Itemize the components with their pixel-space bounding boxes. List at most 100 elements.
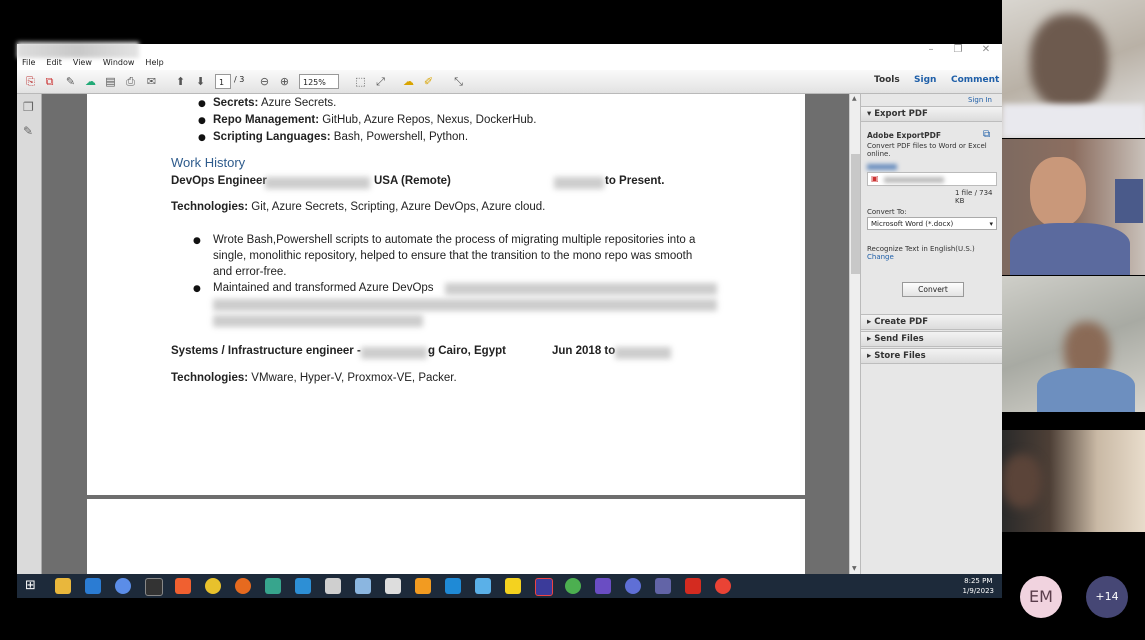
chrome-app-icon[interactable] bbox=[115, 578, 131, 594]
restore-button[interactable]: ❐ bbox=[950, 44, 966, 55]
more-participants-button[interactable]: +14 bbox=[1086, 576, 1128, 618]
redacted-date bbox=[615, 347, 671, 359]
vlc-icon[interactable] bbox=[415, 578, 431, 594]
close-button[interactable]: ✕ bbox=[978, 44, 994, 55]
minimize-button[interactable]: – bbox=[923, 44, 939, 55]
scroll-thumb[interactable] bbox=[851, 154, 860, 274]
chrome-icon[interactable] bbox=[205, 578, 221, 594]
change-link[interactable]: Change bbox=[867, 253, 894, 261]
jetbrains-icon[interactable] bbox=[535, 578, 553, 596]
fit-page-icon[interactable]: ⬚ bbox=[353, 74, 368, 89]
bullet: ● bbox=[193, 236, 201, 246]
export-description: Convert PDF files to Word or Excel bbox=[867, 142, 987, 150]
edge-icon[interactable] bbox=[265, 578, 281, 594]
edit-icon[interactable]: ✎ bbox=[63, 74, 78, 89]
bullet-item: Repo Management: GitHub, Azure Repos, Ne… bbox=[213, 114, 537, 126]
vertical-scrollbar[interactable]: ▲ ▼ bbox=[849, 94, 860, 574]
save-icon[interactable]: ▤ bbox=[103, 74, 118, 89]
zoom-select[interactable]: 125% bbox=[299, 74, 339, 89]
comment-icon[interactable]: ☁ bbox=[401, 74, 416, 89]
export-service-icon: ⧉ bbox=[983, 129, 991, 140]
participant-video-tile[interactable] bbox=[1002, 139, 1145, 275]
convert-button[interactable]: Convert bbox=[902, 282, 964, 297]
chevron-down-icon: ▾ bbox=[989, 220, 993, 228]
network-app-icon[interactable] bbox=[565, 578, 581, 594]
adobe-exportpdf-label: Adobe ExportPDF bbox=[867, 131, 942, 140]
participant-avatar[interactable]: EM bbox=[1020, 576, 1062, 618]
menu-file[interactable]: File bbox=[22, 58, 35, 67]
page-number-input[interactable]: 1 bbox=[215, 74, 231, 89]
scroll-down-icon[interactable]: ▼ bbox=[852, 565, 857, 572]
pdf-page: ● Secrets: Azure Secrets. ● Repo Managem… bbox=[87, 94, 805, 495]
participant-shirt bbox=[1037, 368, 1135, 412]
bullet-text-line: single, monolithic repository, helped to… bbox=[213, 250, 693, 262]
job-location: g Cairo, Egypt bbox=[428, 345, 506, 357]
combine-icon[interactable]: ⧉ bbox=[42, 74, 57, 89]
redacted-text bbox=[213, 315, 423, 327]
email-icon[interactable]: ✉ bbox=[144, 74, 159, 89]
file-explorer-icon[interactable] bbox=[55, 578, 71, 594]
bullet: ● bbox=[198, 116, 206, 126]
create-pdf-header[interactable]: ▸ Create PDF bbox=[861, 314, 1003, 330]
menu-bar: File Edit View Window Help bbox=[17, 58, 1002, 70]
technologies-line: Technologies: VMware, Hyper-V, Proxmox-V… bbox=[171, 372, 457, 384]
participant-video-tile[interactable] bbox=[1002, 276, 1145, 412]
scroll-up-icon[interactable]: ▲ bbox=[852, 95, 857, 102]
export-pdf-header[interactable]: ▾ Export PDF bbox=[861, 106, 1003, 122]
menu-view[interactable]: View bbox=[73, 58, 92, 67]
format-select[interactable]: Microsoft Word (*.docx) ▾ bbox=[867, 217, 997, 230]
next-page-icon[interactable]: ⬇ bbox=[193, 74, 208, 89]
menu-window[interactable]: Window bbox=[103, 58, 135, 67]
prev-page-icon[interactable]: ⬆ bbox=[173, 74, 188, 89]
calculator-icon[interactable] bbox=[325, 578, 341, 594]
selected-file-field[interactable]: ▣ bbox=[867, 172, 997, 186]
fullscreen-icon[interactable]: ⤡ bbox=[451, 74, 466, 89]
sign-in-link[interactable]: Sign In bbox=[968, 96, 992, 104]
obsidian-icon[interactable] bbox=[595, 578, 611, 594]
cloud-icon[interactable]: ☁ bbox=[83, 74, 98, 89]
menu-help[interactable]: Help bbox=[145, 58, 163, 67]
terminal-icon[interactable] bbox=[145, 578, 163, 596]
title-bar: – ❐ ✕ bbox=[17, 42, 1002, 58]
teams-icon[interactable] bbox=[655, 578, 671, 594]
redacted-company bbox=[265, 177, 370, 189]
notepad-icon[interactable] bbox=[355, 578, 371, 594]
vscode-icon[interactable] bbox=[445, 578, 461, 594]
participant-video-tile[interactable] bbox=[1002, 430, 1145, 532]
highlight-icon[interactable]: ✐ bbox=[421, 74, 436, 89]
page-total: / 3 bbox=[234, 75, 245, 84]
system-clock[interactable]: 8:25 PM 1/9/2023 bbox=[963, 576, 994, 596]
document-viewer[interactable]: ● Secrets: Azure Secrets. ● Repo Managem… bbox=[42, 94, 849, 574]
acrobat-icon[interactable] bbox=[685, 578, 701, 594]
zoom-in-icon[interactable]: ⊕ bbox=[277, 74, 292, 89]
pages-icon[interactable]: ❐ bbox=[23, 100, 34, 114]
firefox-icon[interactable] bbox=[235, 578, 251, 594]
print-icon[interactable]: ⎙ bbox=[123, 74, 138, 89]
create-icon[interactable]: ⎘ bbox=[23, 74, 38, 89]
sign-button[interactable]: Sign bbox=[914, 75, 936, 85]
job-title: Systems / Infrastructure engineer - bbox=[171, 345, 361, 357]
acrobat-window: – ❐ ✕ File Edit View Window Help ⎘ ⧉ ✎ ☁ ▤ ⎙… bbox=[17, 42, 1003, 574]
menu-edit[interactable]: Edit bbox=[46, 58, 62, 67]
sticky-notes-icon[interactable] bbox=[505, 578, 521, 594]
fit-width-icon[interactable]: ⤢ bbox=[373, 74, 388, 89]
blurred-participant bbox=[1030, 14, 1108, 110]
chrome-profile-icon[interactable] bbox=[625, 578, 641, 594]
redacted-label bbox=[867, 164, 897, 170]
redacted-filename bbox=[884, 177, 944, 183]
brave-icon[interactable] bbox=[175, 578, 191, 594]
send-files-header[interactable]: ▸ Send Files bbox=[861, 331, 1003, 347]
clapper-icon[interactable] bbox=[385, 578, 401, 594]
comment-button[interactable]: Comment bbox=[951, 75, 999, 85]
mail-icon[interactable] bbox=[85, 578, 101, 594]
attachment-icon[interactable]: ✎ bbox=[23, 124, 33, 138]
participant-video-tile[interactable] bbox=[1002, 0, 1145, 138]
zoom-out-icon[interactable]: ⊖ bbox=[257, 74, 272, 89]
store-icon[interactable] bbox=[295, 578, 311, 594]
tools-button[interactable]: Tools bbox=[874, 75, 900, 85]
ssh-client-icon[interactable] bbox=[475, 578, 491, 594]
store-files-header[interactable]: ▸ Store Files bbox=[861, 348, 1003, 364]
start-icon[interactable]: ⊞ bbox=[25, 578, 41, 594]
job-location: USA (Remote) bbox=[374, 175, 451, 187]
chrome-taskbar-icon[interactable] bbox=[715, 578, 731, 594]
